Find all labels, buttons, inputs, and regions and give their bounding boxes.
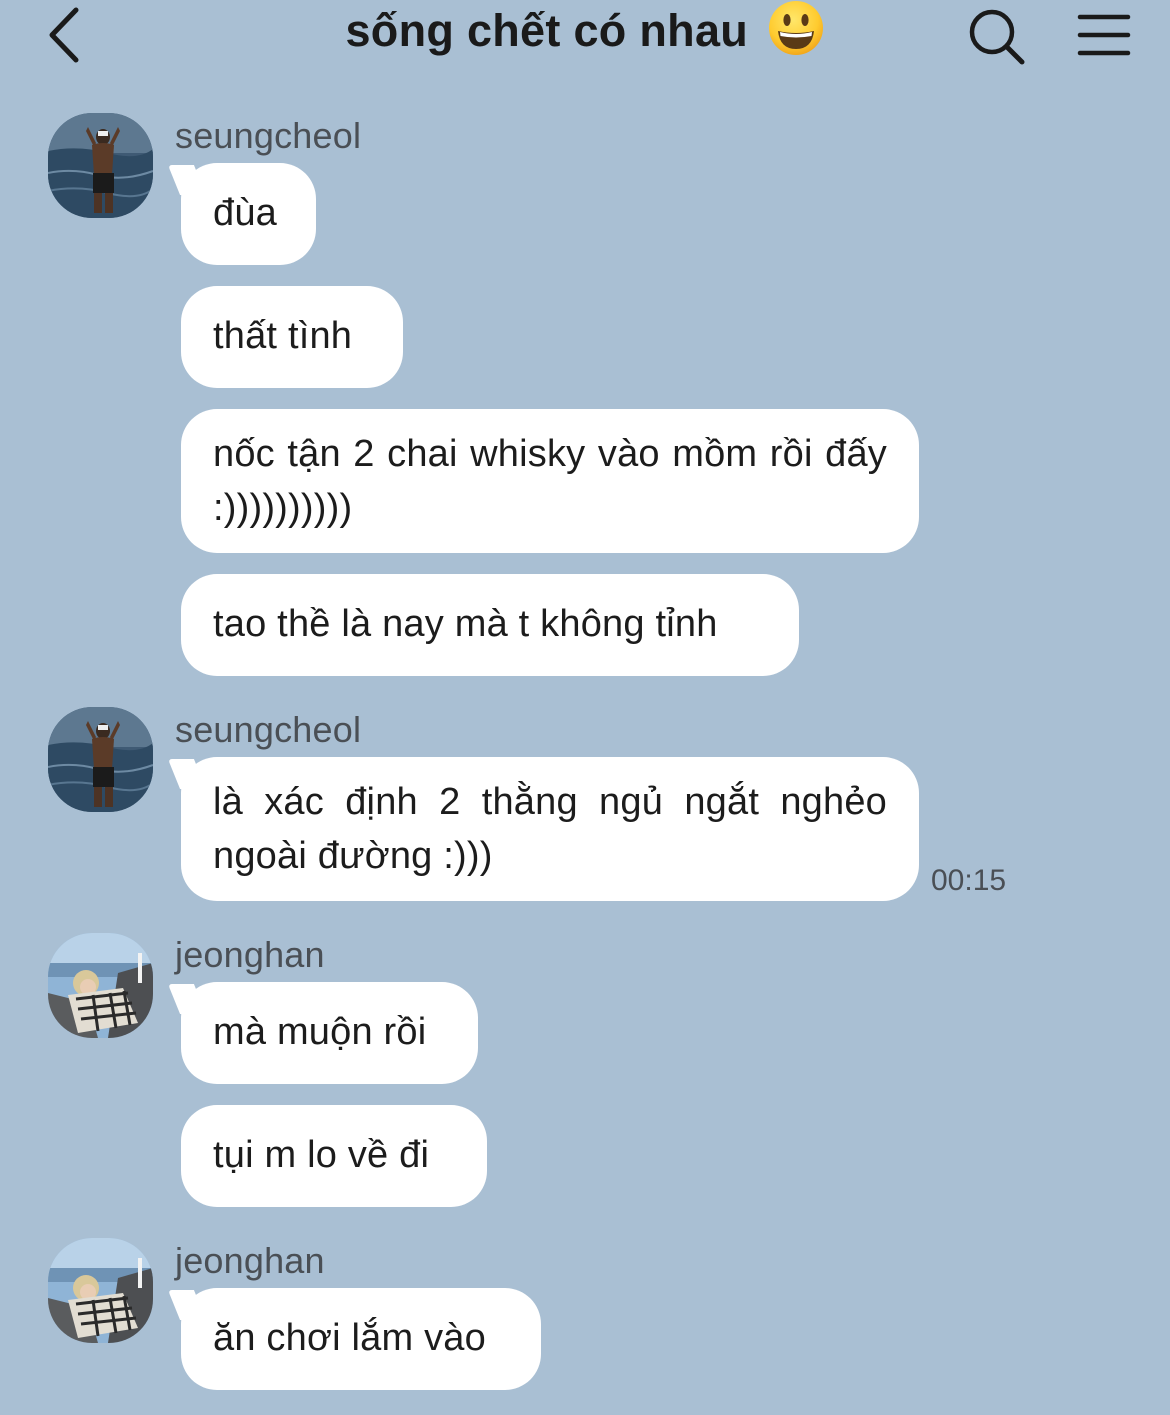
message-bubble[interactable]: tụi m lo về đi — [181, 1105, 487, 1207]
avatar-jeonghan[interactable] — [48, 1238, 153, 1343]
message-text: tụi m lo về đi — [213, 1134, 430, 1176]
sender-name: seungcheol — [175, 115, 362, 156]
search-button[interactable] — [966, 6, 1028, 68]
sender-name: jeonghan — [175, 934, 325, 975]
message-timestamp: 00:15 — [931, 864, 1007, 897]
chevron-left-icon — [49, 7, 79, 63]
sender-name: seungcheol — [175, 709, 362, 750]
message-bubble[interactable]: là xác định 2 thằng ngủ ngắt nghẻo ngoài… — [181, 757, 919, 901]
message-bubble[interactable]: tao thề là nay mà t không tỉnh — [181, 574, 799, 676]
search-icon — [969, 9, 1025, 65]
sender-name: jeonghan — [175, 1240, 325, 1281]
avatar-jeonghan[interactable] — [48, 933, 153, 1038]
message-bubble[interactable]: nốc tận 2 chai whisky vào mồm rồi đấy :)… — [181, 409, 919, 553]
message-text: thất tình — [213, 315, 353, 357]
message-text: ăn chơi lắm vào — [213, 1317, 486, 1359]
message-text: tao thề là nay mà t không tỉnh — [213, 603, 718, 645]
menu-button[interactable] — [1076, 10, 1132, 60]
chat-title: sống chết có nhau — [345, 5, 749, 56]
message-text: là xác định 2 thằng ngủ ngắt nghẻo ngoài… — [213, 781, 887, 877]
message-text: đùa — [213, 192, 278, 234]
message-bubble[interactable]: đùa — [181, 163, 316, 265]
avatar-seungcheol[interactable] — [48, 113, 153, 218]
chat-header: sống chết có nhau — [0, 0, 1170, 78]
message-text: nốc tận 2 chai whisky vào mồm rồi đấy :)… — [213, 433, 887, 529]
menu-icon — [1077, 14, 1131, 56]
message-text: mà muộn rồi — [213, 1011, 427, 1053]
back-button[interactable] — [40, 4, 100, 64]
message-bubble[interactable]: mà muộn rồi — [181, 982, 478, 1084]
message-bubble[interactable]: ăn chơi lắm vào — [181, 1288, 541, 1390]
message-bubble[interactable]: thất tình — [181, 286, 403, 388]
grinning-face-emoji-icon — [767, 0, 825, 57]
avatar-seungcheol[interactable] — [48, 707, 153, 812]
